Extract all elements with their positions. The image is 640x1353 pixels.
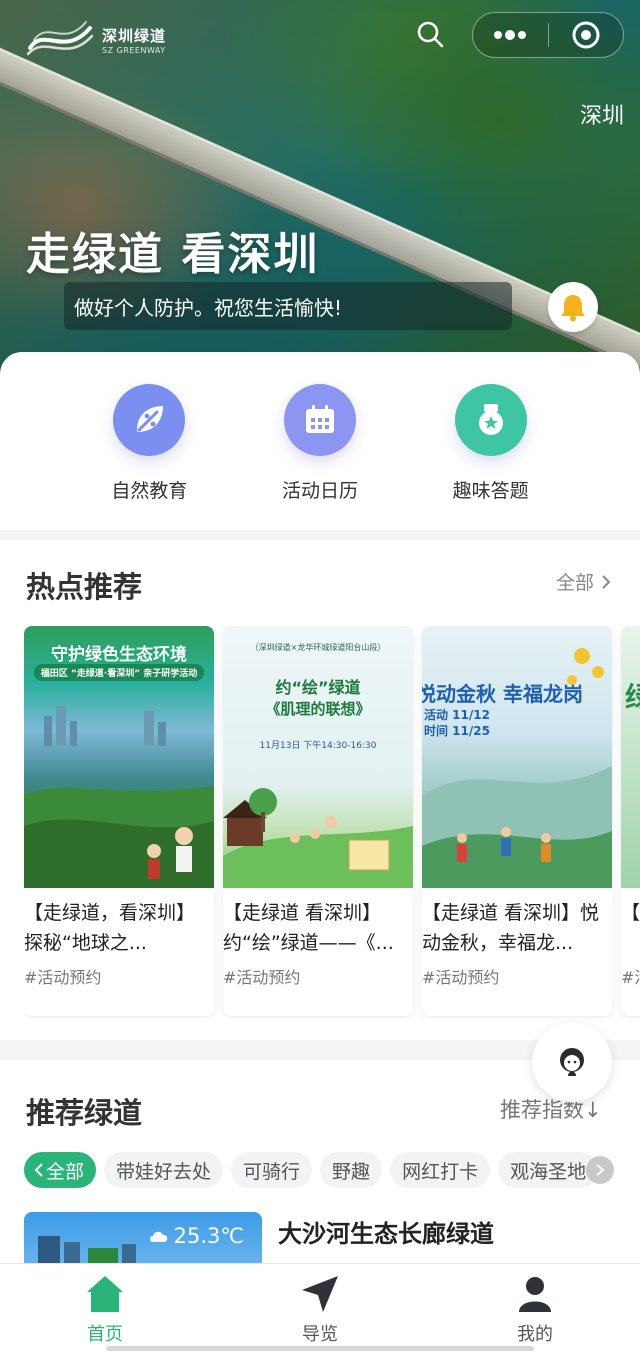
- activity-card-tag: #活动预约: [24, 968, 102, 987]
- chevron-right-icon: [602, 574, 611, 589]
- tab-navigation[interactable]: 导览: [255, 1272, 385, 1353]
- filter-chip[interactable]: 带娃好去处: [104, 1152, 224, 1188]
- exit-button[interactable]: [549, 13, 624, 57]
- medal-icon: [454, 384, 527, 456]
- notice-text: 做好个人防护。祝您生活愉快!: [74, 295, 343, 320]
- quick-entry-activity-calendar[interactable]: 活动日历: [250, 384, 390, 530]
- quick-entry-panel: 自然教育 活动日历 趣味答题: [0, 352, 640, 530]
- tab-home[interactable]: 首页: [40, 1272, 170, 1353]
- quick-entry-nature-education[interactable]: 自然教育: [79, 384, 219, 530]
- quick-entry-label: 趣味答题: [452, 480, 529, 502]
- activity-card-image: 绿: [621, 626, 640, 888]
- notice-bar[interactable]: 做好个人防护。祝您生活愉快!: [64, 282, 512, 330]
- tab-label: 首页: [87, 1324, 123, 1345]
- home-indicator: [106, 1346, 534, 1351]
- hero-banner: 深圳绿道 SZ GREENWAY 深圳 走绿道 看深圳 做好个人防护。祝您生活愉…: [0, 0, 640, 390]
- tab-label: 导览: [302, 1324, 338, 1345]
- activity-card[interactable]: 守护绿色生态环境 福田区 “走绿道·看深圳” 亲子研学活动 【走绿道，看深圳】 …: [24, 626, 214, 1016]
- activity-card[interactable]: 绿 【 #活: [621, 626, 640, 1016]
- chips-scroll-right-button[interactable]: [586, 1156, 614, 1184]
- bottom-tab-bar: 首页 导览 我的: [0, 1263, 640, 1353]
- filter-chip-all[interactable]: 全部: [24, 1152, 97, 1188]
- tab-label: 我的: [517, 1324, 553, 1345]
- search-button[interactable]: [414, 18, 446, 50]
- calendar-icon: [283, 384, 356, 456]
- park-illustration: [223, 788, 413, 888]
- tab-profile[interactable]: 我的: [470, 1272, 600, 1353]
- hero-title: 走绿道 看深圳: [26, 229, 320, 280]
- logo-subtext: SZ GREENWAY: [102, 46, 166, 55]
- section-title: 推荐绿道: [26, 1096, 143, 1130]
- quick-entry-label: 活动日历: [281, 480, 358, 502]
- hot-card-list: 守护绿色生态环境 福田区 “走绿道·看深圳” 亲子研学活动 【走绿道，看深圳】 …: [24, 626, 640, 1018]
- more-dots-icon: [494, 30, 527, 40]
- target-close-icon: [572, 21, 600, 49]
- recommended-greenways-section: 推荐绿道 推荐指数↓ 全部 带娃好去处 可骑行 野趣 网红打卡 观海圣地 25.…: [0, 1060, 640, 1280]
- quick-entry-fun-quiz[interactable]: 趣味答题: [421, 384, 561, 530]
- search-icon: [417, 21, 444, 48]
- activity-card-title: 【走绿道，看深圳】 探秘“地球之...: [24, 902, 196, 954]
- home-icon: [87, 1276, 123, 1312]
- activity-card-title: 【走绿道 看深圳】约“绘”绿道——《...: [223, 902, 394, 954]
- see-all-link[interactable]: 全部: [556, 568, 612, 595]
- more-button[interactable]: [473, 13, 548, 57]
- chevron-right-icon: [596, 1164, 605, 1176]
- logo-text: 深圳绿道: [102, 27, 167, 45]
- city-selector[interactable]: 深圳: [580, 98, 624, 130]
- greenway-name[interactable]: 大沙河生态长廊绿道: [278, 1214, 494, 1249]
- mini-program-capsule: [472, 12, 624, 58]
- city-hill-illustration: [24, 706, 214, 888]
- navigation-icon: [302, 1276, 338, 1312]
- bell-icon: [561, 295, 585, 322]
- section-title: 热点推荐: [26, 570, 143, 604]
- activity-card-image: （深圳绿道×龙华环城绿道阳台山段） 约“绘”绿道 《肌理的联想》 11月13日 …: [223, 626, 413, 888]
- weather-temperature: 25.3℃: [148, 1224, 244, 1248]
- activity-card-tag: #活动预约: [422, 968, 500, 987]
- activity-card[interactable]: 悦动金秋 幸福龙岗 活动 11/12 时间 11/25 【走绿道 看深圳】悦动金…: [422, 626, 612, 1016]
- filter-chip[interactable]: 网红打卡: [390, 1152, 491, 1188]
- chevron-left-icon: [34, 1163, 43, 1177]
- app-logo: 深圳绿道 SZ GREENWAY: [24, 18, 166, 62]
- activity-card-image: 悦动金秋 幸福龙岗 活动 11/12 时间 11/25: [422, 626, 612, 888]
- user-icon: [519, 1277, 551, 1312]
- quick-entry-label: 自然教育: [111, 480, 188, 502]
- leaf-icon: [113, 384, 186, 456]
- activity-card-title: 【: [621, 902, 640, 924]
- greenway-logo-icon: [26, 21, 94, 56]
- filter-chip-list: 全部 带娃好去处 可骑行 野趣 网红打卡 观海圣地: [24, 1152, 616, 1192]
- notification-button[interactable]: [548, 282, 598, 332]
- customer-service-button[interactable]: [532, 1022, 612, 1102]
- activity-card-image: 守护绿色生态环境 福田区 “走绿道·看深圳” 亲子研学活动: [24, 626, 214, 888]
- activity-card-title: 【走绿道 看深圳】悦动金秋，幸福龙...: [422, 902, 600, 954]
- customer-service-icon: [560, 1048, 584, 1076]
- filter-chip[interactable]: 野趣: [320, 1152, 383, 1188]
- see-all-label: 全部: [555, 572, 594, 594]
- activity-card-tag: #活: [621, 968, 640, 987]
- filter-chip[interactable]: 观海圣地: [498, 1152, 599, 1188]
- cloud-icon: [149, 1231, 167, 1242]
- filter-chip-label: 全部: [46, 1160, 85, 1183]
- filter-chip[interactable]: 可骑行: [231, 1152, 313, 1188]
- temperature-value: 25.3℃: [173, 1224, 244, 1248]
- activity-card-tag: #活动预约: [223, 968, 301, 987]
- runners-illustration: [422, 648, 612, 888]
- hot-recommend-section: 热点推荐 全部 守护绿色生态环境 福田区 “走绿道·看深圳” 亲子研学活动 【走…: [0, 540, 640, 1040]
- activity-card[interactable]: （深圳绿道×龙华环城绿道阳台山段） 约“绘”绿道 《肌理的联想》 11月13日 …: [223, 626, 413, 1016]
- card-banner-headline: 绿: [625, 681, 640, 714]
